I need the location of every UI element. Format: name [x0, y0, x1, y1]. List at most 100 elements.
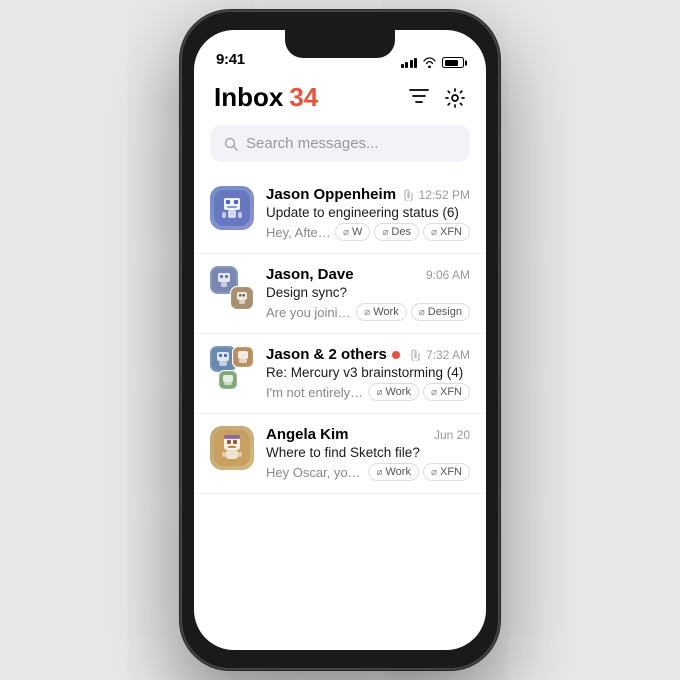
message-subject-3: Re: Mercury v3 brainstorming (4): [266, 365, 470, 380]
tag-icon: ⌀: [343, 227, 349, 238]
avatar-angela-kim: [210, 426, 254, 470]
message-header-row-2: Jason, Dave 9:06 AM: [266, 266, 470, 283]
phone-shell: 9:41: [180, 10, 500, 670]
message-tags-4: ⌀ Work ⌀ XFN: [368, 463, 470, 481]
message-header-row-1: Jason Oppenheim 12:52 PM: [266, 186, 470, 203]
sender-name-3: Jason & 2 others: [266, 346, 387, 363]
message-preview-row-2: Are you joining us? ⌀ Work ⌀ Design: [266, 303, 470, 321]
tag-icon: ⌀: [376, 387, 382, 398]
tag-xfn: ⌀ XFN: [423, 223, 470, 241]
avatar-jason-oppenheim: [210, 186, 254, 230]
message-preview-row-4: Hey Oscar, you... ⌀ Work ⌀ XFN: [266, 463, 470, 481]
tag-label: Work: [373, 306, 398, 318]
inbox-label: Inbox: [214, 82, 283, 113]
tag-icon: ⌀: [376, 467, 382, 478]
tag-w: ⌀ W: [335, 223, 370, 241]
avatar-jason-group: [210, 346, 254, 390]
wifi-icon: [422, 57, 437, 68]
message-body-4: Angela Kim Jun 20 Where to find Sketch f…: [266, 426, 470, 481]
message-time-2: 9:06 AM: [426, 268, 470, 282]
message-preview-3: I'm not entirely sure I...: [266, 385, 364, 400]
message-tags-3: ⌀ Work ⌀ XFN: [368, 383, 470, 401]
message-item-1[interactable]: Jason Oppenheim 12:52 PM Update to engin…: [194, 174, 486, 254]
message-time-4: Jun 20: [434, 428, 470, 442]
tag-icon: ⌀: [382, 227, 388, 238]
avatar-image-angela: [214, 430, 250, 466]
avatar-img-b: [234, 348, 252, 366]
tag-icon: ⌀: [419, 307, 425, 318]
battery-icon: [442, 57, 464, 68]
sender-row-2: Jason, Dave: [266, 266, 354, 283]
tag-design-2: ⌀ Design: [411, 303, 470, 321]
tag-label: Work: [386, 386, 411, 398]
tag-icon: ⌀: [431, 227, 437, 238]
tag-icon: ⌀: [431, 387, 437, 398]
tag-label: W: [352, 226, 362, 238]
notch: [285, 30, 395, 58]
avatar-img-a: [212, 348, 234, 370]
message-tags-2: ⌀ Work ⌀ Design: [356, 303, 470, 321]
message-subject-2: Design sync?: [266, 285, 470, 300]
sender-name-1: Jason Oppenheim: [266, 186, 396, 203]
attachment-icon-3: [410, 348, 421, 361]
phone-wrapper: 9:41: [170, 0, 510, 680]
message-header-row-4: Angela Kim Jun 20: [266, 426, 470, 443]
tag-work-4: ⌀ Work: [368, 463, 419, 481]
tag-label: Work: [386, 466, 411, 478]
settings-button[interactable]: [444, 87, 466, 109]
attachment-icon-1: [403, 188, 414, 201]
search-bar[interactable]: Search messages...: [210, 125, 470, 162]
search-placeholder: Search messages...: [246, 135, 379, 152]
tag-label: Design: [428, 306, 462, 318]
message-preview-2: Are you joining us?: [266, 305, 352, 320]
filter-icon: [409, 89, 429, 107]
message-item-2[interactable]: Jason, Dave 9:06 AM Design sync? Are you…: [194, 254, 486, 334]
sender-name-4: Angela Kim: [266, 426, 349, 443]
message-item-4[interactable]: Angela Kim Jun 20 Where to find Sketch f…: [194, 414, 486, 494]
phone-screen: 9:41: [194, 30, 486, 650]
status-time: 9:41: [216, 51, 245, 68]
tag-xfn-4: ⌀ XFN: [423, 463, 470, 481]
inbox-count: 34: [289, 82, 318, 113]
avatar-image-2: [232, 288, 252, 308]
avatar-image: [214, 190, 250, 226]
message-time-3: 7:32 AM: [426, 348, 470, 362]
tag-xfn-3: ⌀ XFN: [423, 383, 470, 401]
message-preview-4: Hey Oscar, you...: [266, 465, 364, 480]
message-header-row-3: Jason & 2 others 7:32 AM: [266, 346, 470, 363]
gear-icon: [444, 87, 466, 109]
tag-label: Des: [391, 226, 411, 238]
header-title: Inbox 34: [214, 82, 318, 113]
message-item-3[interactable]: Jason & 2 others 7:32 AM: [194, 334, 486, 414]
message-body-1: Jason Oppenheim 12:52 PM Update to engin…: [266, 186, 470, 241]
message-body-2: Jason, Dave 9:06 AM Design sync? Are you…: [266, 266, 470, 321]
tag-icon: ⌀: [364, 307, 370, 318]
sender-name-2: Jason, Dave: [266, 266, 354, 283]
message-subject-1: Update to engineering status (6): [266, 205, 470, 220]
header: Inbox 34: [194, 74, 486, 125]
tag-work-3: ⌀ Work: [368, 383, 419, 401]
search-icon: [224, 137, 238, 151]
header-actions: [408, 87, 466, 109]
sender-row-3: Jason & 2 others: [266, 346, 400, 363]
tag-label: XFN: [440, 466, 462, 478]
message-time-1: 12:52 PM: [419, 188, 470, 202]
app-content: Inbox 34: [194, 74, 486, 650]
filter-button[interactable]: [408, 87, 430, 109]
message-tags-1: ⌀ W ⌀ Des ⌀ XFN: [335, 223, 470, 241]
sender-row-4: Angela Kim: [266, 426, 349, 443]
tag-label: XFN: [440, 386, 462, 398]
status-icons: [401, 57, 465, 68]
avatar-jason-dave: [210, 266, 254, 310]
message-body-3: Jason & 2 others 7:32 AM: [266, 346, 470, 401]
tag-work-2: ⌀ Work: [356, 303, 407, 321]
unread-dot-3: [392, 351, 400, 359]
message-list: Jason Oppenheim 12:52 PM Update to engin…: [194, 174, 486, 650]
message-preview-1: Hey, After touching...: [266, 225, 331, 240]
message-subject-4: Where to find Sketch file?: [266, 445, 470, 460]
tag-label: XFN: [440, 226, 462, 238]
tag-icon: ⌀: [431, 467, 437, 478]
signal-icon: [401, 58, 418, 68]
message-preview-row-3: I'm not entirely sure I... ⌀ Work ⌀ XFN: [266, 383, 470, 401]
message-preview-row-1: Hey, After touching... ⌀ W ⌀ Des: [266, 223, 470, 241]
